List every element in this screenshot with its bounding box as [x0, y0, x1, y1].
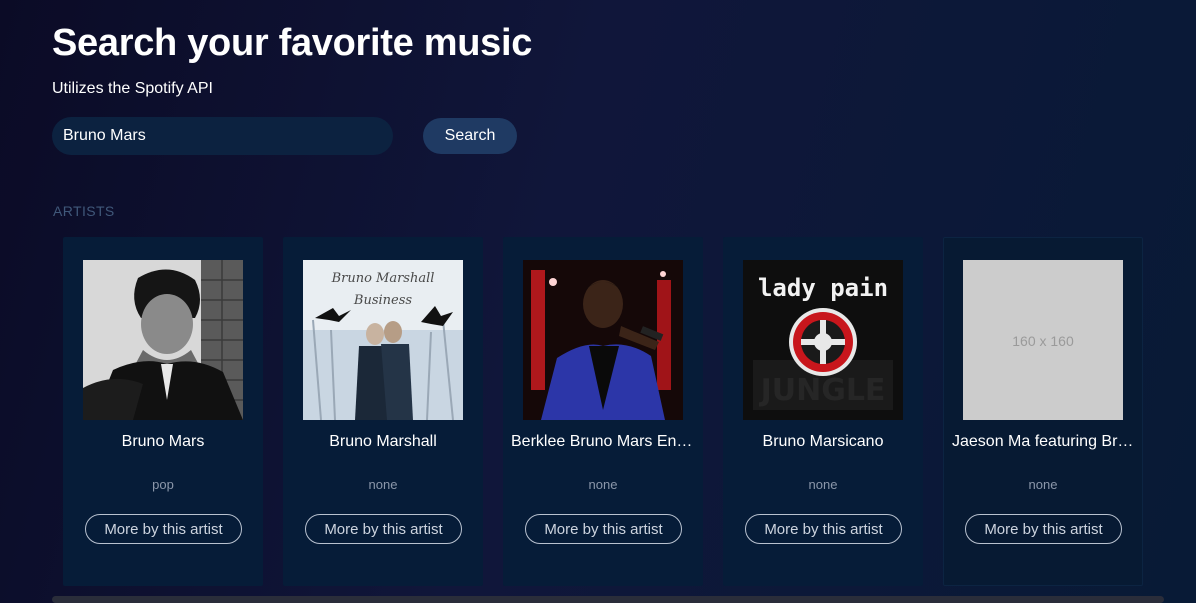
placeholder-image: 160 x 160	[963, 260, 1123, 420]
svg-text:Bruno Marshall: Bruno Marshall	[331, 271, 435, 286]
artist-card: Bruno Marshall Business Bruno Marshall n…	[283, 237, 483, 586]
more-by-artist-button[interactable]: More by this artist	[745, 514, 902, 544]
artist-image	[523, 260, 683, 420]
artist-name: Bruno Marshall	[329, 433, 437, 450]
artist-genre: none	[368, 477, 398, 492]
artists-section-label: ARTISTS	[53, 203, 115, 219]
horizontal-scrollbar[interactable]	[52, 596, 1164, 603]
svg-text:lady pain: lady pain	[758, 274, 888, 302]
more-by-artist-button[interactable]: More by this artist	[965, 514, 1122, 544]
artist-genre: none	[808, 477, 838, 492]
page-subtitle: Utilizes the Spotify API	[52, 80, 213, 97]
search-button[interactable]: Search	[423, 118, 517, 154]
artist-genre: none	[588, 477, 618, 492]
artist-image	[83, 260, 243, 420]
artist-name: Bruno Mars	[121, 433, 205, 450]
search-input[interactable]	[52, 117, 393, 155]
placeholder-size-label: 160 x 160	[1012, 333, 1074, 349]
artist-card: Bruno Mars pop More by this artist	[63, 237, 263, 586]
svg-text:JUNGLE: JUNGLE	[759, 373, 886, 408]
artist-name: Berklee Bruno Mars Ensemble	[511, 433, 695, 450]
more-by-artist-button[interactable]: More by this artist	[525, 514, 682, 544]
more-by-artist-button[interactable]: More by this artist	[305, 514, 462, 544]
artist-genre: none	[1028, 477, 1058, 492]
svg-text:Business: Business	[353, 293, 412, 308]
artist-name: Jaeson Ma featuring Bruno Mars	[952, 433, 1134, 450]
artist-genre: pop	[152, 477, 174, 492]
artist-card: lady pain JUNGLE Bruno Marsicano none Mo…	[723, 237, 923, 586]
artist-image: Bruno Marshall Business	[303, 260, 463, 420]
more-by-artist-button[interactable]: More by this artist	[85, 514, 242, 544]
artist-image: lady pain JUNGLE	[743, 260, 903, 420]
page-title: Search your favorite music	[52, 22, 533, 64]
artist-card: 160 x 160 Jaeson Ma featuring Bruno Mars…	[943, 237, 1143, 586]
artist-name: Bruno Marsicano	[762, 433, 884, 450]
artist-card: Berklee Bruno Mars Ensemble none More by…	[503, 237, 703, 586]
